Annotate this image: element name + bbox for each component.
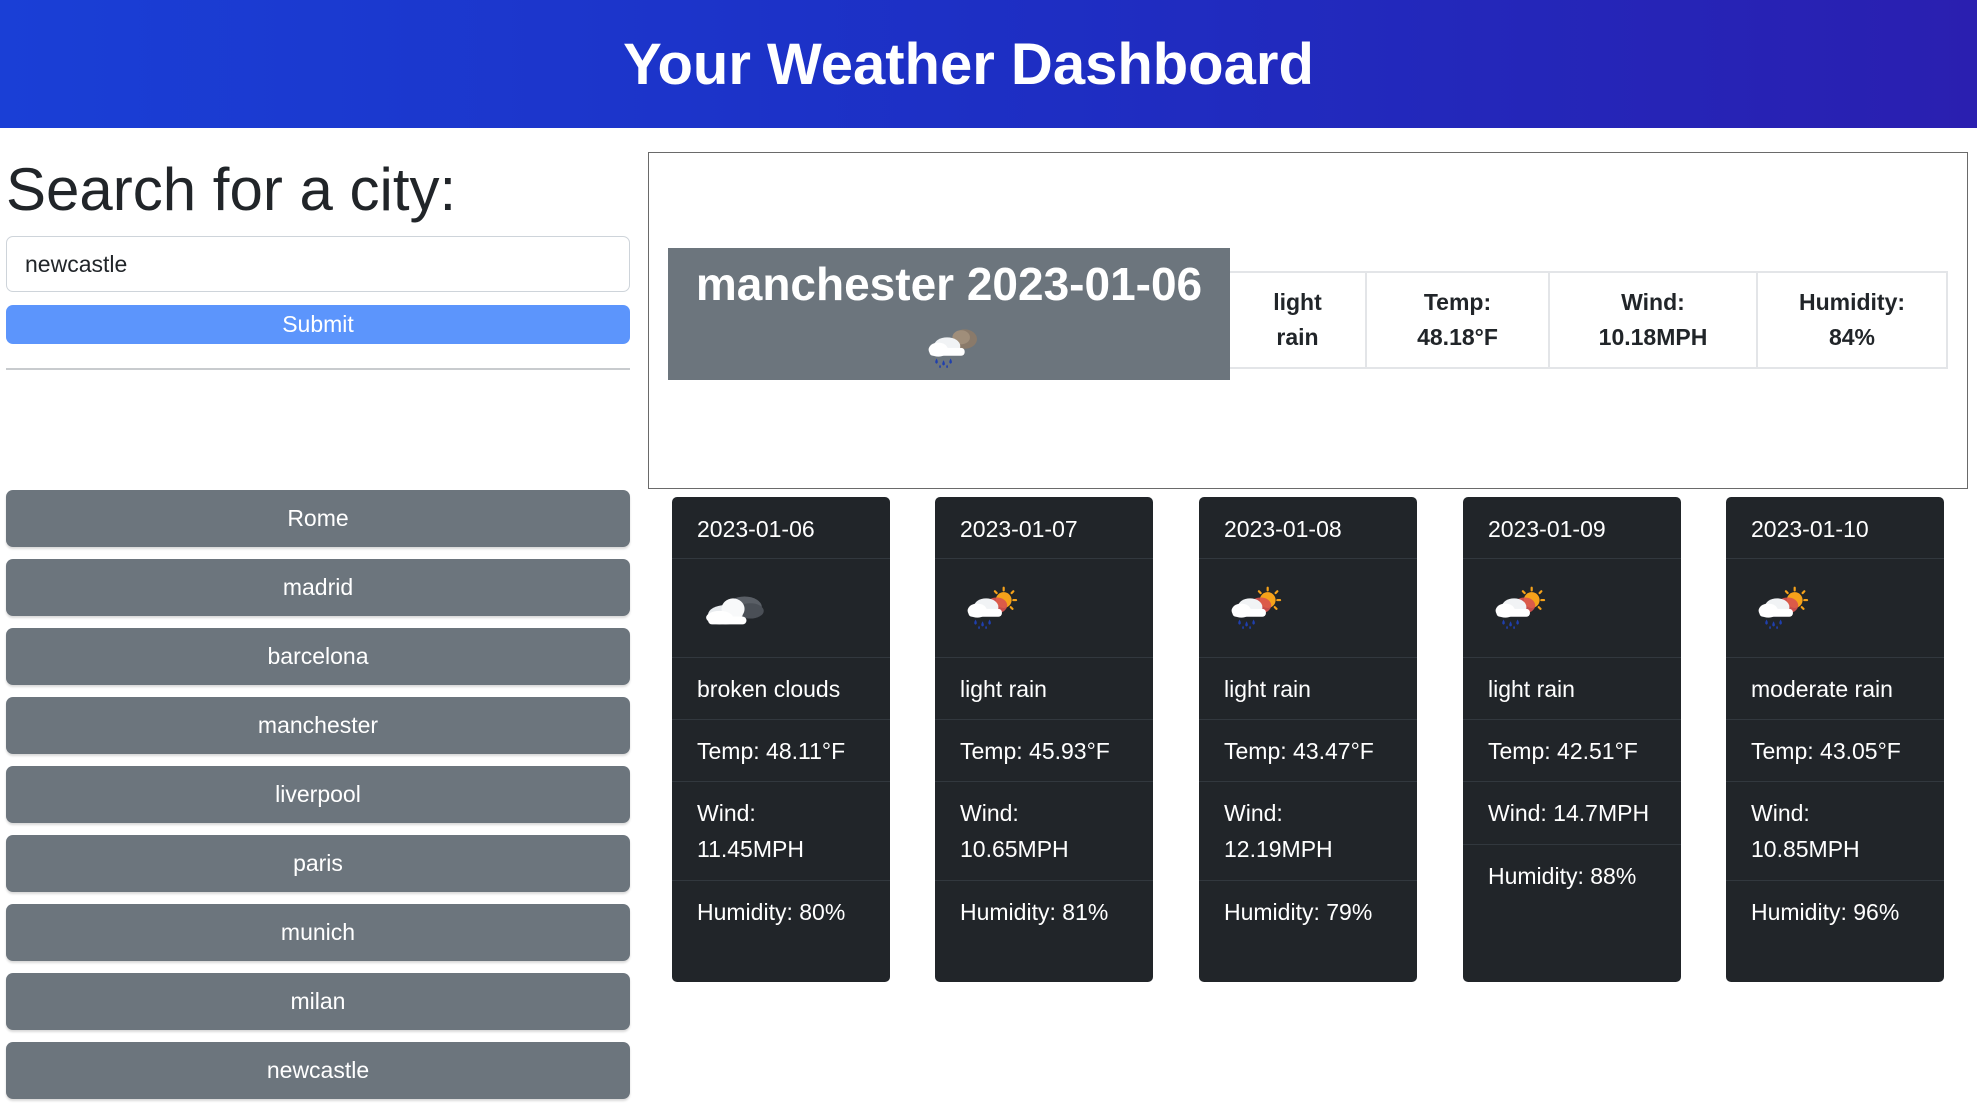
forecast-card: 2023-01-08 light rain Temp: 43.47°F Wind…	[1199, 497, 1417, 982]
search-heading: Search for a city:	[6, 156, 457, 223]
forecast-icon-row	[935, 559, 1153, 658]
current-humidity-value: 84%	[1828, 324, 1876, 350]
forecast-card: 2023-01-09 light rain Temp: 42.51°F Wind…	[1463, 497, 1681, 982]
current-description-text: light rain	[1273, 289, 1322, 350]
forecast-card: 2023-01-10 moderate rain Temp: 43.05°F W…	[1726, 497, 1944, 982]
forecast-wind: Wind: 10.85MPH	[1726, 782, 1944, 881]
rain-sun-icon	[1491, 586, 1553, 630]
forecast-description: broken clouds	[672, 658, 890, 720]
current-city-date: manchester 2023-01-06	[695, 258, 1203, 310]
current-temp: Temp: 48.18°F	[1367, 271, 1550, 369]
forecast-description: light rain	[1199, 658, 1417, 720]
forecast-date: 2023-01-08	[1199, 497, 1417, 559]
history-city-button[interactable]: munich	[6, 904, 630, 961]
forecast-date: 2023-01-06	[672, 497, 890, 559]
forecast-wind: Wind: 10.65MPH	[935, 782, 1153, 881]
rain-cloud-night-icon	[924, 325, 986, 369]
current-weather-title-cell: manchester 2023-01-06	[668, 248, 1230, 380]
history-city-button[interactable]: Rome	[6, 490, 630, 547]
current-temp-label: Temp:	[1423, 289, 1492, 315]
forecast-humidity: Humidity: 80%	[697, 899, 846, 925]
history-city-button[interactable]: liverpool	[6, 766, 630, 823]
forecast-temp: Temp: 43.47°F	[1199, 720, 1417, 782]
current-humidity-label: Humidity:	[1798, 289, 1906, 315]
page-header: Your Weather Dashboard	[0, 0, 1977, 128]
current-description: light rain	[1230, 271, 1367, 369]
current-weather-details: light rain Temp: 48.18°F Wind: 10.18MPH Hu…	[1230, 271, 1948, 369]
divider	[6, 368, 630, 370]
history-city-button[interactable]: madrid	[6, 559, 630, 616]
forecast-wind-text: Wind: 10.65MPH	[960, 800, 1069, 862]
current-wind-value: 10.18MPH	[1598, 324, 1708, 350]
current-temp-value: 48.18°F	[1417, 324, 1498, 350]
forecast-date: 2023-01-07	[935, 497, 1153, 559]
forecast-icon-row	[1463, 559, 1681, 658]
current-wind-label: Wind:	[1621, 289, 1685, 315]
history-city-button[interactable]: milan	[6, 973, 630, 1030]
forecast-wind-text: Wind: 11.45MPH	[697, 800, 804, 862]
forecast-wind-text: Wind: 10.85MPH	[1751, 800, 1860, 862]
history-city-button[interactable]: paris	[6, 835, 630, 892]
forecast-wind-text: Wind: 12.19MPH	[1224, 800, 1333, 862]
history-city-button[interactable]: manchester	[6, 697, 630, 754]
forecast-icon-row	[1726, 559, 1944, 658]
broken-clouds-icon	[700, 584, 768, 632]
forecast-wind: Wind: 11.45MPH	[672, 782, 890, 881]
forecast-temp: Temp: 42.51°F	[1463, 720, 1681, 782]
city-search-input[interactable]	[6, 236, 630, 292]
rain-sun-icon	[963, 586, 1025, 630]
forecast-card: 2023-01-06 broken clouds Temp: 48.11°F W…	[672, 497, 890, 982]
current-weather-title: manchester 2023-01-06	[679, 255, 1219, 373]
forecast-temp: Temp: 45.93°F	[935, 720, 1153, 782]
forecast-wind: Wind: 14.7MPH	[1463, 782, 1681, 845]
forecast-date: 2023-01-10	[1726, 497, 1944, 559]
rain-sun-icon	[1754, 586, 1816, 630]
forecast-icon-row	[1199, 559, 1417, 658]
forecast-temp: Temp: 48.11°F	[672, 720, 890, 782]
forecast-humidity: Humidity: 81%	[960, 899, 1109, 925]
current-humidity: Humidity: 84%	[1758, 271, 1948, 369]
forecast-description: moderate rain	[1726, 658, 1944, 720]
search-history-list: Rome madrid barcelona manchester liverpo…	[6, 490, 630, 1111]
forecast-description: light rain	[935, 658, 1153, 720]
forecast-card: 2023-01-07 light rain Temp: 45.93°F Wind…	[935, 497, 1153, 982]
page-title: Your Weather Dashboard	[623, 31, 1314, 97]
forecast-wind: Wind: 12.19MPH	[1199, 782, 1417, 881]
forecast-icon-row	[672, 559, 890, 658]
forecast-description: light rain	[1463, 658, 1681, 720]
forecast-temp: Temp: 43.05°F	[1726, 720, 1944, 782]
submit-button[interactable]: Submit	[6, 305, 630, 344]
current-weather-panel: manchester 2023-01-06 light rain Temp: 48…	[648, 152, 1968, 489]
forecast-humidity: Humidity: 79%	[1224, 899, 1373, 925]
history-city-button[interactable]: newcastle	[6, 1042, 630, 1099]
rain-sun-icon	[1227, 586, 1289, 630]
forecast-humidity: Humidity: 96%	[1751, 899, 1900, 925]
forecast-humidity: Humidity: 88%	[1488, 863, 1637, 889]
current-wind: Wind: 10.18MPH	[1550, 271, 1758, 369]
history-city-button[interactable]: barcelona	[6, 628, 630, 685]
forecast-date: 2023-01-09	[1463, 497, 1681, 559]
